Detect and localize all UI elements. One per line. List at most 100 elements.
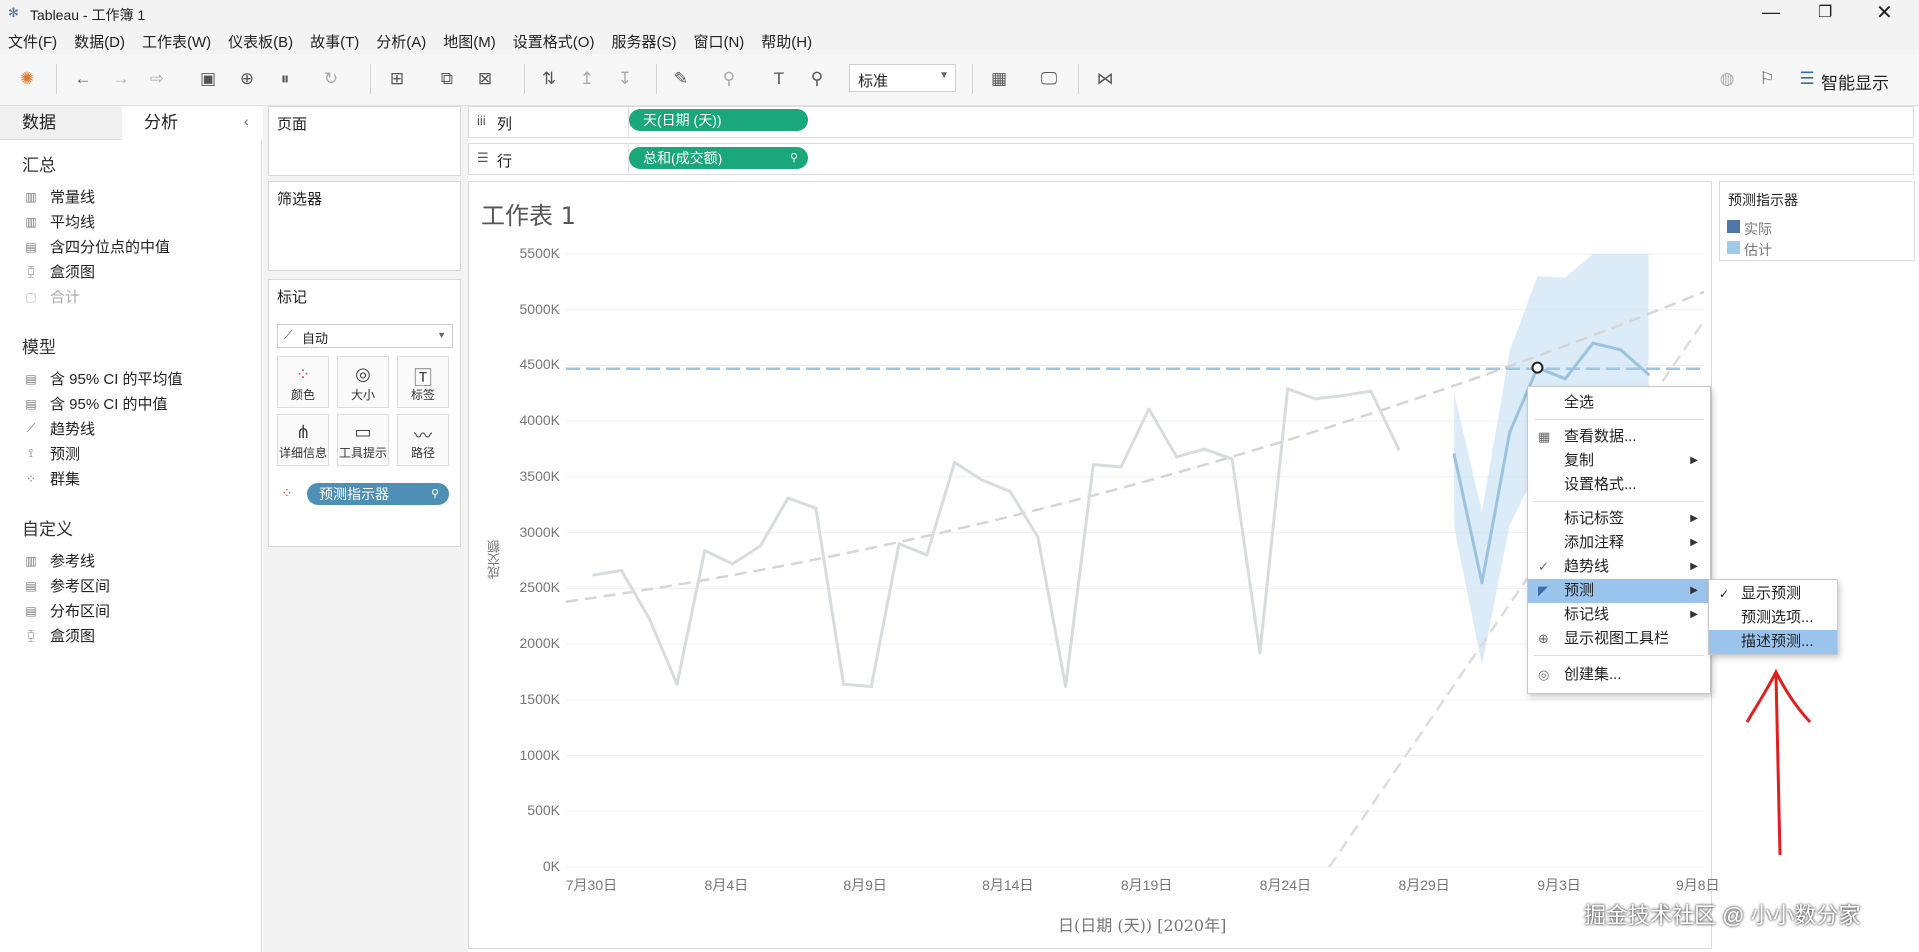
duplicate-sheet-icon[interactable]: ⧉	[436, 68, 458, 90]
analytics-item-average-ci[interactable]: ▤ 含 95% CI 的平均值	[22, 368, 182, 389]
data-point	[592, 573, 596, 577]
tab-analytics[interactable]: 分析	[122, 106, 262, 140]
submenu-item-describe-forecast[interactable]: 描述预测...	[1709, 630, 1837, 654]
show-me-button[interactable]: 智能显示	[1821, 69, 1889, 94]
analytics-item-reference-band[interactable]: ▤ 参考区间	[22, 575, 110, 596]
tableau-home-icon[interactable]: ✺	[16, 68, 38, 90]
median-ci-icon: ▤	[25, 396, 37, 411]
menu-item-annotate[interactable]: 添加注释 ▶	[1528, 531, 1710, 555]
menu-server[interactable]: 服务器(S)	[611, 31, 676, 52]
undo-icon[interactable]: ←	[72, 68, 94, 90]
tab-data[interactable]: 数据	[0, 106, 129, 140]
refresh-icon[interactable]: ↻	[320, 68, 342, 90]
submenu-item-forecast-options[interactable]: 预测选项...	[1709, 606, 1837, 630]
menu-data[interactable]: 数据(D)	[74, 31, 125, 52]
labels-icon[interactable]: T	[768, 68, 790, 90]
line-chart[interactable]	[468, 181, 1712, 949]
menu-item-format[interactable]: 设置格式...	[1528, 473, 1710, 497]
legend-swatch-actual[interactable]	[1727, 220, 1740, 233]
x-tick-label: 9月3日	[1537, 877, 1581, 893]
menu-analysis[interactable]: 分析(A)	[376, 31, 426, 52]
share-icon[interactable]: ⋈	[1094, 68, 1116, 90]
size-button[interactable]: ◎ 大小	[337, 356, 389, 408]
format-painter-icon[interactable]: ⚐	[1756, 68, 1778, 90]
minimize-icon[interactable]: —	[1762, 2, 1780, 23]
restore-icon[interactable]: ❐	[1818, 2, 1832, 22]
rows-pill[interactable]: 总和(成交额) ⚲	[629, 147, 808, 169]
pin-icon[interactable]: ⚲	[806, 68, 828, 90]
new-datasource-icon[interactable]: ⊕	[236, 68, 258, 90]
menu-map[interactable]: 地图(M)	[443, 31, 496, 52]
analytics-item-trend-line[interactable]: ⟋ 趋势线	[22, 418, 95, 439]
redo-icon[interactable]: →	[110, 68, 132, 90]
menu-item-mark-labels[interactable]: 标记标签 ▶	[1528, 507, 1710, 531]
tooltip-button[interactable]: ▭ 工具提示	[337, 414, 389, 466]
menu-format[interactable]: 设置格式(O)	[513, 31, 595, 52]
analytics-item-constant-line[interactable]: ▥ 常量线	[22, 186, 95, 207]
analytics-item-median-quartiles[interactable]: ▤ 含四分位点的中值	[22, 236, 170, 257]
show-me-icon[interactable]: ☰	[1796, 68, 1818, 90]
filters-card[interactable]: 筛选器	[268, 181, 461, 271]
menu-file[interactable]: 文件(F)	[8, 31, 57, 52]
line-mark-icon: ⟋	[284, 328, 293, 342]
analytics-item-forecast[interactable]: ⟟ 预测	[22, 443, 80, 464]
menu-item-create-set[interactable]: ◎ 创建集...	[1528, 663, 1710, 687]
x-tick-label: 7月30日	[565, 877, 618, 893]
ask-data-icon[interactable]: ◍	[1716, 68, 1738, 90]
swap-axes-icon[interactable]: ⇅	[538, 68, 560, 90]
new-worksheet-icon[interactable]: ⊞	[386, 68, 408, 90]
menu-window[interactable]: 窗口(N)	[693, 31, 744, 52]
legend-swatch-estimate[interactable]	[1727, 241, 1740, 254]
menu-help[interactable]: 帮助(H)	[761, 31, 812, 52]
color-button[interactable]: ⁘ 颜色	[277, 356, 329, 408]
menu-item-show-view-toolbar[interactable]: ⊕ 显示视图工具栏	[1528, 627, 1710, 651]
path-button[interactable]: 〰路径	[397, 414, 449, 466]
submenu-item-show-forecast[interactable]: ✓ 显示预测	[1709, 582, 1837, 606]
group-icon[interactable]: ⚲	[718, 68, 740, 90]
close-icon[interactable]: ✕	[1876, 0, 1893, 25]
collapse-pane-icon[interactable]: ‹	[244, 113, 249, 129]
replace-data-icon[interactable]: ⇨	[146, 68, 168, 90]
menu-item-select-all[interactable]: 全选	[1528, 391, 1710, 415]
menu-story[interactable]: 故事(T)	[310, 31, 359, 52]
save-icon[interactable]: ▣	[197, 68, 219, 90]
highlight-icon[interactable]: ✎	[670, 68, 692, 90]
path-icon: 〰	[414, 426, 432, 446]
mark-type-select[interactable]: ⟋ 自动 ▼	[277, 324, 453, 348]
y-tick-label: 500K	[527, 802, 560, 819]
pause-updates-icon[interactable]: ⏸	[274, 68, 296, 90]
sort-asc-icon[interactable]: ↥	[576, 68, 598, 90]
presentation-icon[interactable]: 🖵	[1038, 68, 1060, 90]
analytics-item-distribution-band[interactable]: ▤ 分布区间	[22, 600, 110, 621]
data-point	[869, 684, 873, 688]
analytics-item-box-plot[interactable]: ⧮ 盒须图	[22, 261, 95, 282]
analytics-item-box-plot-custom[interactable]: ⧮ 盒须图	[22, 625, 95, 646]
item-label: 趋势线	[50, 421, 96, 438]
menu-item-drop-lines[interactable]: 标记线 ▶	[1528, 603, 1710, 627]
menu-item-trend-lines[interactable]: ✓ 趋势线 ▶	[1528, 555, 1710, 579]
forecast-indicator-pill[interactable]: 预测指示器 ⚲	[307, 483, 449, 505]
pages-card[interactable]: 页面	[268, 106, 461, 176]
label-button[interactable]: 🅃 标签	[397, 356, 449, 408]
show-cards-icon[interactable]: ▦	[988, 68, 1010, 90]
analytics-item-average-line[interactable]: ▥ 平均线	[22, 211, 95, 232]
detail-button[interactable]: ⋔ 详细信息	[277, 414, 329, 466]
analytics-item-reference-line[interactable]: ▥ 参考线	[22, 550, 95, 571]
set-icon: ◎	[1538, 667, 1550, 682]
data-point	[1091, 463, 1095, 467]
menu-dashboard[interactable]: 仪表板(B)	[228, 31, 293, 52]
sort-desc-icon[interactable]: ↧	[614, 68, 636, 90]
analytics-item-median-ci[interactable]: ▤ 含 95% CI 的中值	[22, 393, 167, 414]
fit-select[interactable]: 标准 ▼	[849, 64, 956, 92]
analytics-item-cluster[interactable]: ⁘ 群集	[22, 468, 80, 489]
pane-tabs: 数据 分析 ‹	[0, 106, 262, 140]
legend-card[interactable]: 预测指示器 实际 估计	[1719, 181, 1915, 261]
x-tick-label: 8月9日	[843, 877, 887, 893]
clear-sheet-icon[interactable]: ⊠	[474, 68, 496, 90]
data-point	[1563, 377, 1567, 381]
menu-worksheet[interactable]: 工作表(W)	[142, 31, 211, 52]
menu-item-forecast[interactable]: ◤ 预测 ▶	[1528, 579, 1710, 603]
columns-pill[interactable]: 天(日期 (天))	[629, 109, 808, 131]
menu-item-view-data[interactable]: ▦ 查看数据...	[1528, 425, 1710, 449]
menu-item-copy[interactable]: 复制 ▶	[1528, 449, 1710, 473]
